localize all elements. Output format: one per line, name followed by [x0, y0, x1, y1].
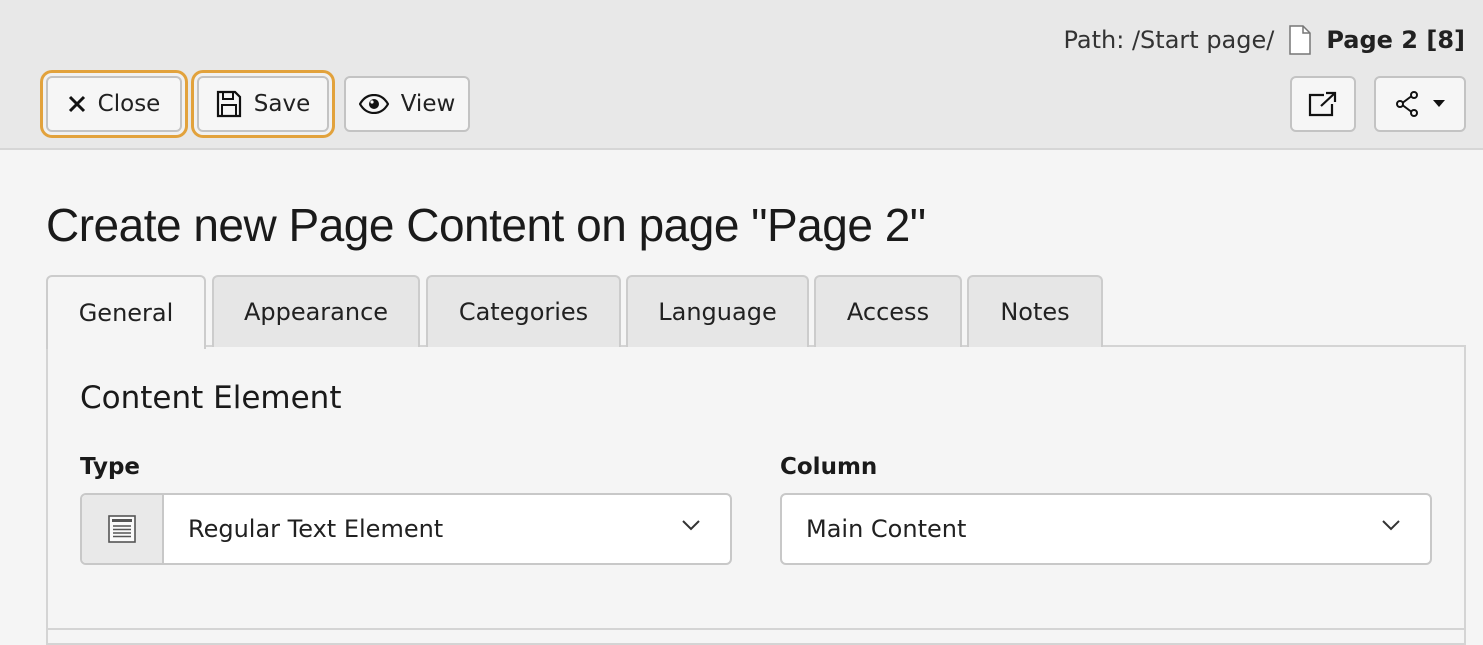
eye-icon	[358, 94, 389, 114]
column-select-value: Main Content	[806, 515, 967, 543]
tab-appearance[interactable]: Appearance	[212, 275, 420, 347]
text-element-icon	[82, 495, 164, 563]
save-button[interactable]: Save	[197, 76, 329, 132]
breadcrumb-current-page: Page 2 [8]	[1326, 26, 1465, 54]
tab-label: Language	[658, 298, 777, 326]
breadcrumb: Path: /Start page/ Page 2 [8]	[1064, 22, 1465, 58]
column-select[interactable]: Main Content	[780, 493, 1432, 565]
column-field-label: Column	[780, 454, 878, 480]
share-dropdown-button[interactable]	[1374, 76, 1466, 132]
tab-access[interactable]: Access	[814, 275, 962, 347]
view-button[interactable]: View	[344, 76, 470, 132]
tab-language[interactable]: Language	[626, 275, 809, 347]
tab-label: Categories	[458, 298, 589, 326]
type-select[interactable]: Regular Text Element	[80, 493, 732, 565]
divider	[46, 628, 1466, 630]
document-header: Path: /Start page/ Page 2 [8] Close Save…	[0, 0, 1483, 150]
external-link-icon	[1308, 91, 1338, 117]
type-field-label: Type	[80, 454, 141, 480]
tab-general[interactable]: General	[46, 275, 206, 349]
close-icon	[68, 95, 86, 113]
caret-down-icon	[1433, 100, 1445, 108]
save-icon	[216, 90, 242, 118]
section-title: Content Element	[80, 380, 342, 416]
tab-label: Access	[846, 298, 930, 326]
chevron-down-icon	[682, 519, 700, 531]
view-button-label: View	[400, 91, 456, 117]
page-icon	[1288, 25, 1312, 55]
close-button[interactable]: Close	[46, 76, 182, 132]
tab-categories[interactable]: Categories	[426, 275, 621, 347]
type-select-value: Regular Text Element	[188, 515, 444, 543]
tab-notes[interactable]: Notes	[967, 275, 1103, 347]
chevron-down-icon	[1382, 519, 1400, 531]
close-button-label: Close	[97, 91, 161, 117]
save-button-label: Save	[253, 91, 311, 117]
breadcrumb-path[interactable]: Path: /Start page/	[1064, 26, 1275, 54]
share-icon	[1395, 91, 1419, 117]
tab-label: General	[78, 299, 174, 327]
tab-label: Appearance	[243, 298, 389, 326]
open-new-window-button[interactable]	[1290, 76, 1356, 132]
tab-label: Notes	[1000, 298, 1070, 326]
page-heading: Create new Page Content on page "Page 2"	[46, 199, 926, 251]
